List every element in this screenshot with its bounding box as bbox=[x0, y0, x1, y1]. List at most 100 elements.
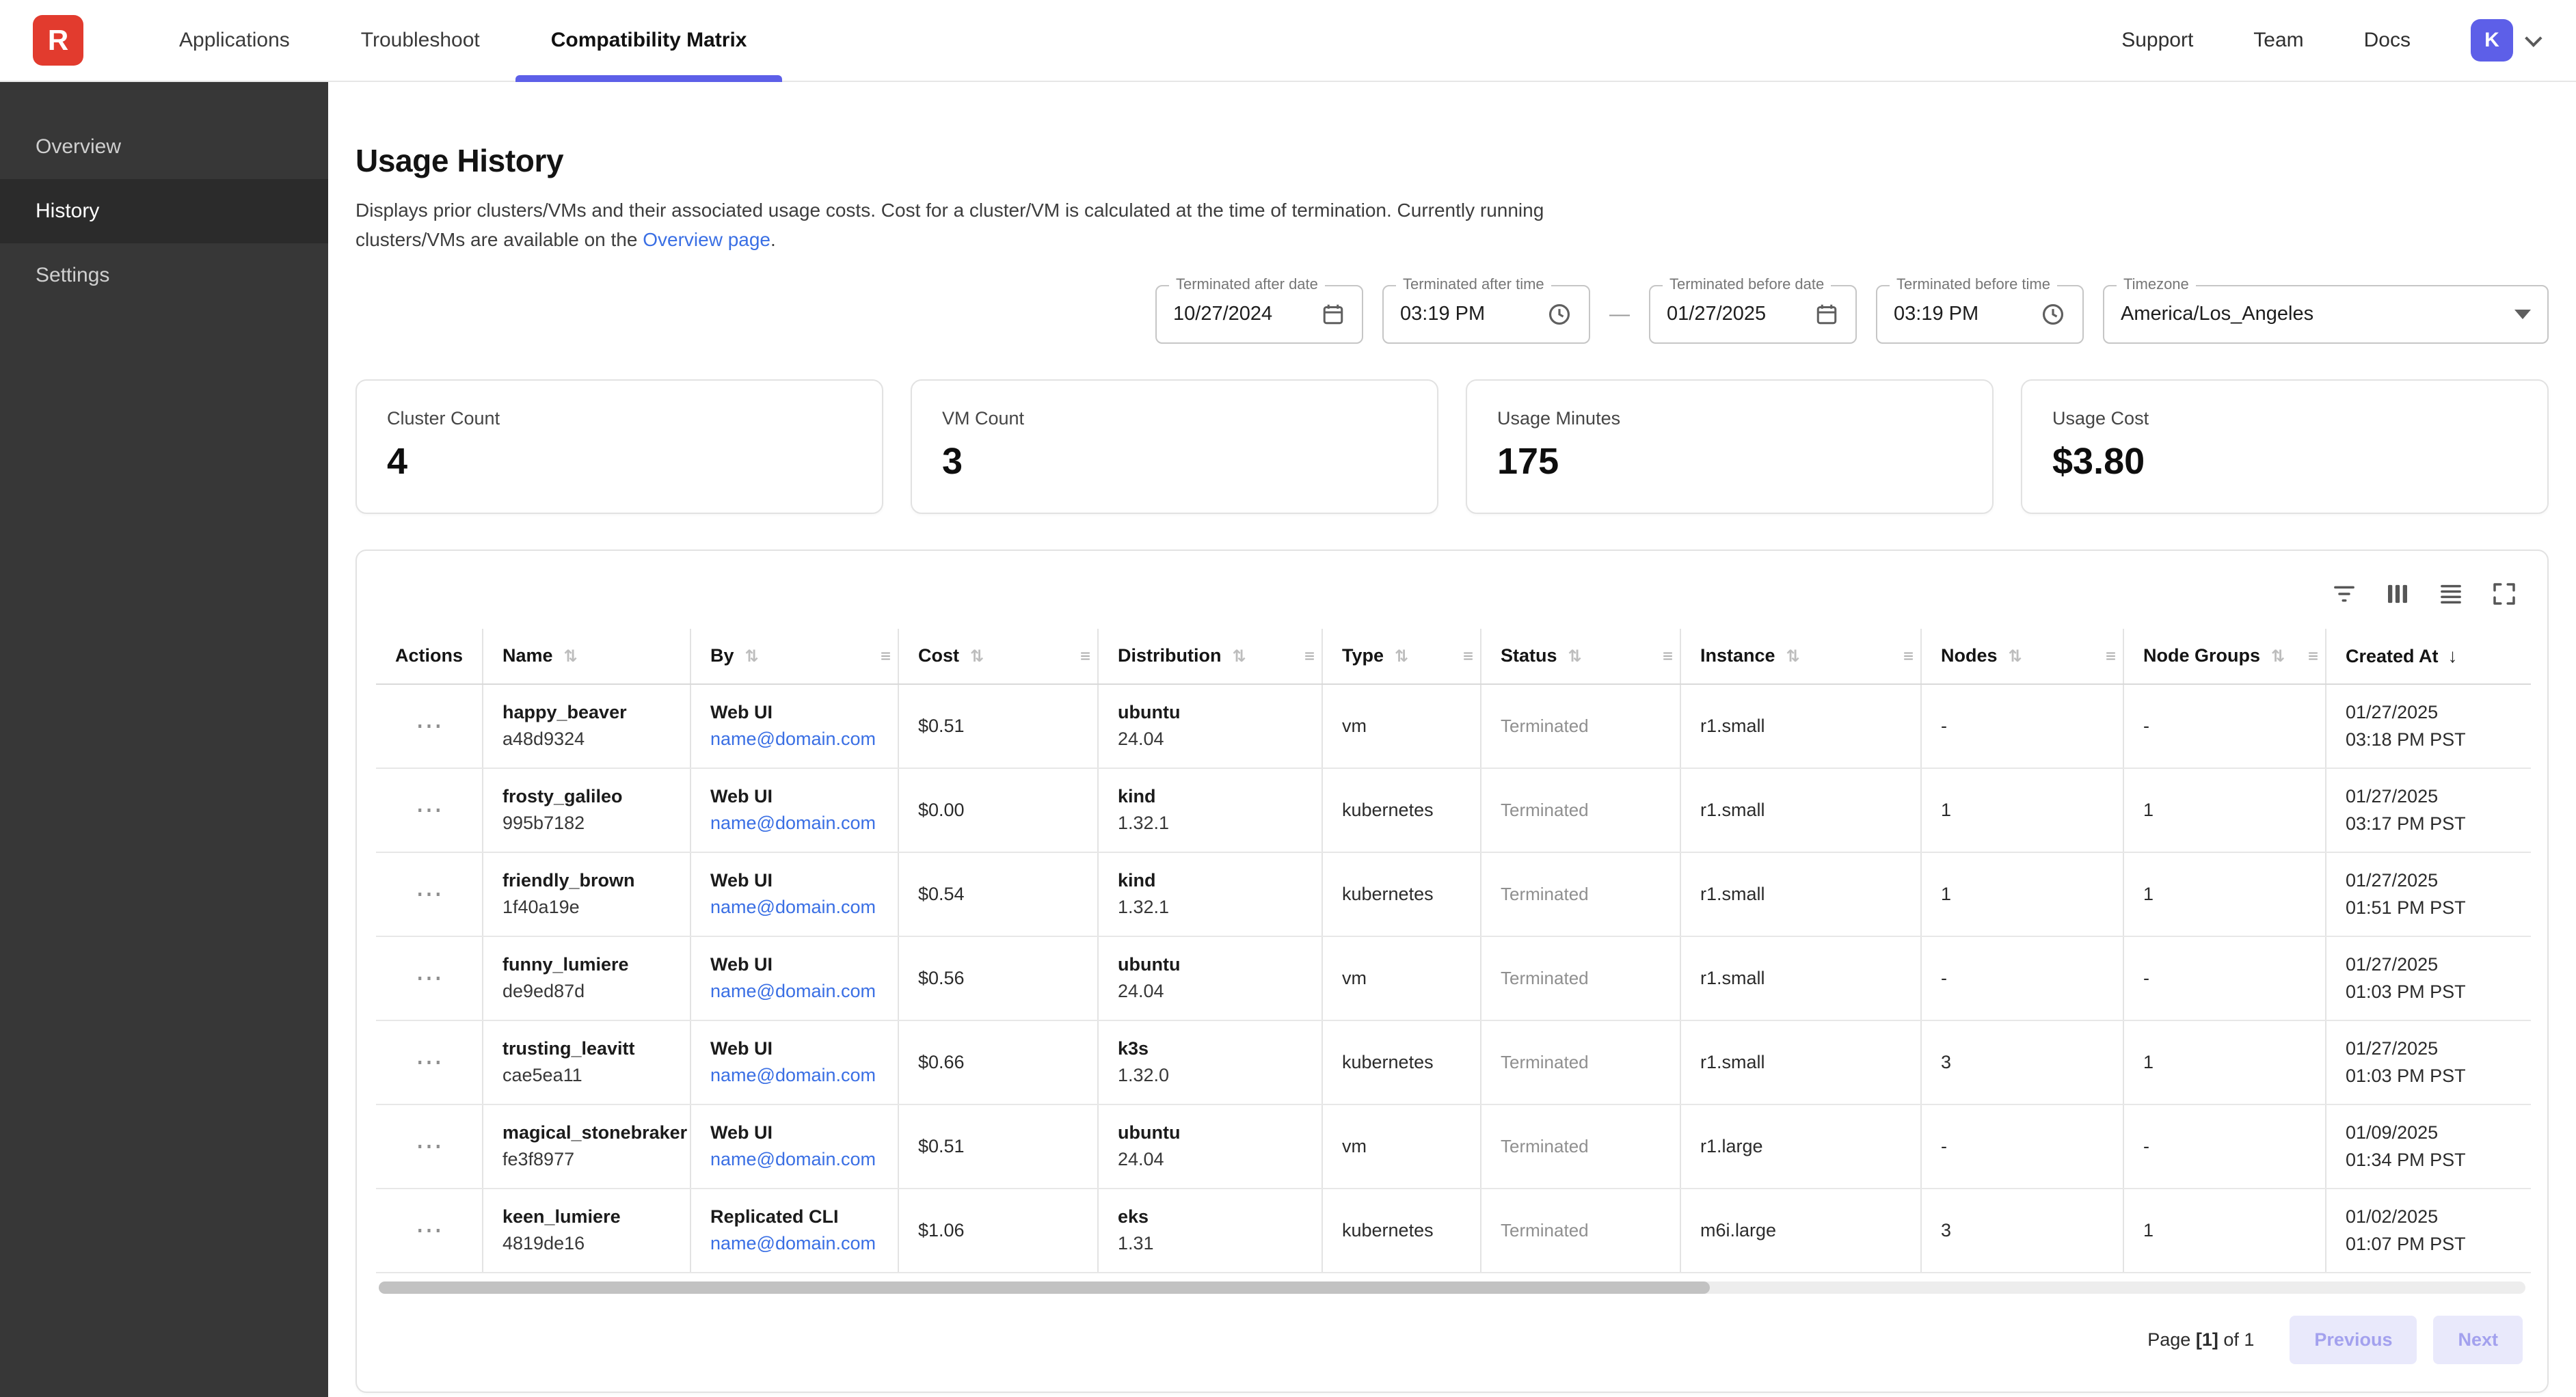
col-header-by[interactable]: By⇅≡ bbox=[690, 629, 898, 684]
stat-card-usage-minutes: Usage Minutes 175 bbox=[1466, 379, 1994, 514]
created-by-email-link[interactable]: name@domain.com bbox=[710, 813, 878, 834]
sidebar-item-history[interactable]: History bbox=[0, 179, 328, 243]
created-by-email-link[interactable]: name@domain.com bbox=[710, 1065, 878, 1086]
col-header-type[interactable]: Type⇅≡ bbox=[1322, 629, 1481, 684]
support-link[interactable]: Support bbox=[2121, 29, 2193, 52]
col-label: Node Groups bbox=[2143, 645, 2260, 666]
docs-link[interactable]: Docs bbox=[2364, 29, 2411, 52]
row-more-horizontal-icon[interactable]: ⋯ bbox=[416, 796, 443, 824]
top-navigation-bar: R Applications Troubleshoot Compatibilit… bbox=[0, 0, 2576, 82]
calendar-icon[interactable] bbox=[1307, 302, 1345, 327]
created-by-email-link[interactable]: name@domain.com bbox=[710, 981, 878, 1002]
table-body: ⋯ happy_beavera48d9324 Web UIname@domain… bbox=[376, 684, 2531, 1273]
page-description: Displays prior clusters/VMs and their as… bbox=[355, 195, 1641, 255]
column-menu-icon[interactable]: ≡ bbox=[881, 645, 891, 666]
column-menu-icon[interactable]: ≡ bbox=[2308, 645, 2318, 666]
stat-value: 175 bbox=[1497, 440, 1962, 483]
avatar[interactable]: K bbox=[2471, 19, 2513, 62]
timezone-select[interactable]: Timezone America/Los_Angeles bbox=[2103, 285, 2549, 344]
replicated-logo[interactable]: R bbox=[33, 15, 83, 66]
created-by-email-link[interactable]: name@domain.com bbox=[710, 897, 878, 918]
next-page-button[interactable]: Next bbox=[2433, 1316, 2523, 1364]
previous-page-button[interactable]: Previous bbox=[2290, 1316, 2417, 1364]
clock-icon[interactable] bbox=[2026, 301, 2066, 327]
terminated-before-date-input[interactable]: Terminated before date 01/27/2025 bbox=[1649, 285, 1857, 344]
clock-icon[interactable] bbox=[1533, 301, 1572, 327]
terminated-after-time-input[interactable]: Terminated after time 03:19 PM bbox=[1382, 285, 1590, 344]
select-caret-icon[interactable] bbox=[2501, 310, 2531, 319]
distribution-version: 24.04 bbox=[1118, 981, 1302, 1002]
cluster-name: keen_lumiere bbox=[502, 1206, 671, 1228]
row-more-horizontal-icon[interactable]: ⋯ bbox=[416, 880, 443, 908]
column-menu-icon[interactable]: ≡ bbox=[2106, 645, 2116, 666]
col-header-name[interactable]: Name⇅ bbox=[483, 629, 690, 684]
distribution-version: 24.04 bbox=[1118, 729, 1302, 750]
row-more-horizontal-icon[interactable]: ⋯ bbox=[416, 964, 443, 992]
tab-troubleshoot[interactable]: Troubleshoot bbox=[325, 0, 515, 81]
table-footer: Page [1] of 1 Previous Next bbox=[376, 1294, 2528, 1383]
stats-row: Cluster Count 4 VM Count 3 Usage Minutes… bbox=[355, 379, 2549, 514]
column-menu-icon[interactable]: ≡ bbox=[1304, 645, 1315, 666]
fullscreen-icon[interactable] bbox=[2483, 573, 2525, 615]
density-icon[interactable] bbox=[2430, 573, 2472, 615]
col-label: Status bbox=[1501, 645, 1557, 666]
sidebar-item-settings[interactable]: Settings bbox=[0, 243, 328, 308]
sort-icon: ⇅ bbox=[2271, 647, 2285, 666]
col-header-cost[interactable]: Cost⇅≡ bbox=[898, 629, 1098, 684]
row-more-horizontal-icon[interactable]: ⋯ bbox=[416, 712, 443, 740]
col-header-actions: Actions bbox=[376, 629, 483, 684]
instance-cell: r1.small bbox=[1680, 852, 1921, 936]
col-header-created-at[interactable]: Created At↓ bbox=[2326, 629, 2531, 684]
page-of: of 1 bbox=[2223, 1329, 2254, 1350]
col-header-status[interactable]: Status ⇅ ≡ bbox=[1481, 629, 1680, 684]
created-time: 03:17 PM PST bbox=[2346, 810, 2512, 838]
row-more-horizontal-icon[interactable]: ⋯ bbox=[416, 1132, 443, 1160]
filter-icon[interactable] bbox=[2323, 573, 2365, 615]
created-by-email-link[interactable]: name@domain.com bbox=[710, 1233, 878, 1254]
column-menu-icon[interactable]: ≡ bbox=[1463, 645, 1473, 666]
column-menu-icon[interactable]: ≡ bbox=[1903, 645, 1914, 666]
tab-label: Compatibility Matrix bbox=[551, 29, 747, 52]
row-more-horizontal-icon[interactable]: ⋯ bbox=[416, 1217, 443, 1244]
usage-table-card: Actions Name⇅ By⇅≡ Cost⇅≡ Distribution⇅≡… bbox=[355, 550, 2549, 1393]
status-badge: Terminated bbox=[1481, 684, 1680, 768]
calendar-icon[interactable] bbox=[1801, 302, 1839, 327]
created-by-email-link[interactable]: name@domain.com bbox=[710, 729, 878, 750]
col-header-nodes[interactable]: Nodes⇅≡ bbox=[1921, 629, 2123, 684]
created-date: 01/02/2025 bbox=[2346, 1203, 2512, 1231]
scrollbar-thumb[interactable] bbox=[379, 1281, 1710, 1294]
created-time: 01:03 PM PST bbox=[2346, 978, 2512, 1006]
stat-label: Usage Cost bbox=[2052, 408, 2517, 429]
col-header-instance[interactable]: Instance⇅≡ bbox=[1680, 629, 1921, 684]
row-more-horizontal-icon[interactable]: ⋯ bbox=[416, 1048, 443, 1076]
columns-icon[interactable] bbox=[2376, 573, 2419, 615]
overview-page-link[interactable]: Overview page bbox=[643, 229, 770, 250]
page-title: Usage History bbox=[355, 142, 2549, 179]
cluster-id: de9ed87d bbox=[502, 981, 671, 1002]
status-badge: Terminated bbox=[1481, 768, 1680, 852]
cluster-id: 4819de16 bbox=[502, 1233, 671, 1254]
cluster-id: fe3f8977 bbox=[502, 1149, 671, 1170]
filters-row: Terminated after date 10/27/2024 Termina… bbox=[355, 285, 2549, 344]
user-menu[interactable]: K bbox=[2471, 19, 2538, 62]
col-header-distribution[interactable]: Distribution⇅≡ bbox=[1098, 629, 1322, 684]
field-value: 03:19 PM bbox=[1894, 303, 1978, 325]
col-header-node-groups[interactable]: Node Groups ⇅ ≡ bbox=[2123, 629, 2326, 684]
stat-label: Cluster Count bbox=[387, 408, 852, 429]
node-groups-cell: - bbox=[2123, 936, 2326, 1020]
terminated-after-date-input[interactable]: Terminated after date 10/27/2024 bbox=[1155, 285, 1363, 344]
instance-cell: r1.small bbox=[1680, 684, 1921, 768]
sidebar-item-overview[interactable]: Overview bbox=[0, 115, 328, 179]
created-by-email-link[interactable]: name@domain.com bbox=[710, 1149, 878, 1170]
tab-applications[interactable]: Applications bbox=[144, 0, 325, 81]
horizontal-scrollbar[interactable] bbox=[379, 1281, 2525, 1294]
terminated-before-time-input[interactable]: Terminated before time 03:19 PM bbox=[1876, 285, 2084, 344]
sort-icon: ⇅ bbox=[1568, 647, 1582, 666]
description-text: Displays prior clusters/VMs and their as… bbox=[355, 200, 1544, 250]
tab-compatibility-matrix[interactable]: Compatibility Matrix bbox=[515, 0, 783, 81]
team-link[interactable]: Team bbox=[2253, 29, 2303, 52]
col-label: Name bbox=[502, 645, 553, 666]
stat-value: $3.80 bbox=[2052, 440, 2517, 483]
column-menu-icon[interactable]: ≡ bbox=[1080, 645, 1090, 666]
column-menu-icon[interactable]: ≡ bbox=[1663, 645, 1673, 666]
